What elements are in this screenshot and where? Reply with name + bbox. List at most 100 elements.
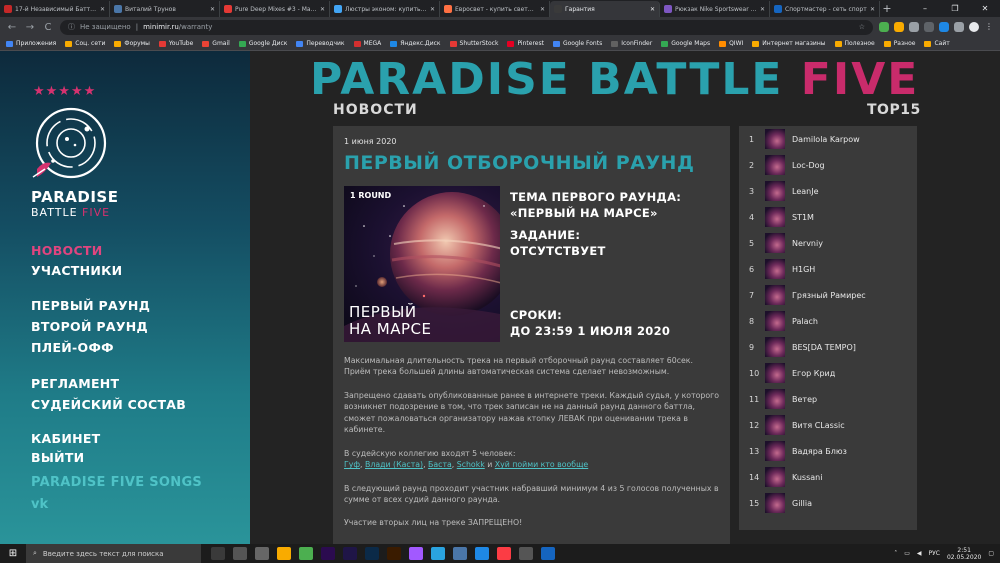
tab-close-icon[interactable]: ✕ xyxy=(100,6,105,13)
nav-item[interactable]: РЕГЛАМЕНТ xyxy=(31,376,119,391)
browser-tab[interactable]: Виталий Трунов ✕ xyxy=(110,1,220,17)
bookmark-item[interactable]: Pinterest xyxy=(507,40,544,47)
top15-row[interactable]: 2 Loc-Dog xyxy=(739,152,917,178)
address-bar[interactable]: ⓘ Не защищено | minimir.ru/warranty ☆ xyxy=(60,19,873,35)
bookmark-item[interactable]: Соц. сети xyxy=(65,40,105,47)
photoshop-icon[interactable] xyxy=(365,547,379,560)
bookmark-star-icon[interactable]: ☆ xyxy=(859,23,865,31)
bookmark-item[interactable]: Google Диск xyxy=(238,40,287,47)
taskbar-search[interactable]: ⌕ Введите здесь текст для поиска xyxy=(26,544,201,563)
back-icon[interactable]: ← xyxy=(6,22,18,33)
maximize-button[interactable]: ❐ xyxy=(940,0,970,17)
top15-row[interactable]: 5 Nervniy xyxy=(739,230,917,256)
bookmark-item[interactable]: Google Fonts xyxy=(552,40,602,47)
nav-item[interactable]: СУДЕЙСКИЙ СОСТАВ xyxy=(31,397,186,412)
tab-close-icon[interactable]: ✕ xyxy=(650,6,655,13)
top15-row[interactable]: 11 Ветер xyxy=(739,386,917,412)
bookmark-item[interactable]: YouTube xyxy=(158,40,193,47)
reload-icon[interactable]: C xyxy=(42,22,54,33)
network-icon[interactable]: ▭ xyxy=(904,550,910,557)
vk-icon[interactable] xyxy=(453,547,467,560)
close-window-button[interactable]: ✕ xyxy=(970,0,1000,17)
bookmark-item[interactable]: Интернет магазины xyxy=(752,40,826,47)
browser-tab[interactable]: 17-й Независимый Баттл Hip-Hop✕ xyxy=(0,1,110,17)
itunes-icon[interactable] xyxy=(497,547,511,560)
illustrator-icon[interactable] xyxy=(387,547,401,560)
browser-tab[interactable]: Pure Deep Mixes #3 - Mahe ✕ xyxy=(220,1,330,17)
notifications-icon[interactable]: ▢ xyxy=(988,550,994,557)
chrome-icon[interactable] xyxy=(299,547,313,560)
bookmark-item[interactable]: Яндекс.Диск xyxy=(390,40,441,47)
language-indicator[interactable]: РУС xyxy=(929,550,940,557)
nav-item[interactable]: ВЫЙТИ xyxy=(31,450,84,465)
profile-avatar[interactable] xyxy=(969,22,979,32)
info-icon[interactable]: ⓘ xyxy=(68,22,75,32)
bookmark-item[interactable]: Сайт xyxy=(924,40,950,47)
bookmark-item[interactable]: Приложения xyxy=(6,40,56,47)
browser-tab[interactable]: Гарантия ✕ xyxy=(550,1,660,17)
judge-link[interactable]: Гуф xyxy=(344,460,360,469)
volume-icon[interactable]: ◀ xyxy=(917,550,922,557)
top15-row[interactable]: 4 ST1M xyxy=(739,204,917,230)
nav-item[interactable]: PARADISE FIVE SONGS xyxy=(31,475,202,490)
telegram-icon[interactable] xyxy=(431,547,445,560)
browser-tab[interactable]: Евросвет - купить светильник✕ xyxy=(440,1,550,17)
menu-kebab-icon[interactable]: ⋮ xyxy=(984,22,994,32)
app-store-icon[interactable] xyxy=(255,547,269,560)
bookmark-item[interactable]: Google Maps xyxy=(661,40,710,47)
nav-item[interactable]: УЧАСТНИКИ xyxy=(31,263,122,278)
task-view-icon[interactable] xyxy=(211,547,225,560)
up-chevron-icon[interactable]: ˄ xyxy=(894,550,897,557)
extension-icon[interactable] xyxy=(954,22,964,32)
bookmark-item[interactable]: Полезное xyxy=(834,40,875,47)
nav-item[interactable]: НОВОСТИ xyxy=(31,243,103,258)
new-tab-button[interactable]: + xyxy=(880,1,894,17)
top15-row[interactable]: 8 Palach xyxy=(739,308,917,334)
top15-row[interactable]: 6 H1GH xyxy=(739,256,917,282)
premiere-icon[interactable] xyxy=(321,547,335,560)
nav-item[interactable]: ВТОРОЙ РАУНД xyxy=(31,319,148,334)
top15-row[interactable]: 9 BES[DA TEMPO] xyxy=(739,334,917,360)
tab-close-icon[interactable]: ✕ xyxy=(320,6,325,13)
top15-row[interactable]: 10 Егор Крид xyxy=(739,360,917,386)
settings-icon[interactable] xyxy=(519,547,533,560)
top15-row[interactable]: 13 Вадяра Блюз xyxy=(739,438,917,464)
photos-icon[interactable] xyxy=(541,547,555,560)
extension-icon[interactable] xyxy=(879,22,889,32)
nav-item[interactable]: ПЕРВЫЙ РАУНД xyxy=(31,298,150,313)
minimize-button[interactable]: – xyxy=(910,0,940,17)
explorer-icon[interactable] xyxy=(277,547,291,560)
judge-link[interactable]: Хуй пойми кто вообще xyxy=(495,460,588,469)
messenger-icon[interactable] xyxy=(475,547,489,560)
bookmark-item[interactable]: Форумы xyxy=(114,40,150,47)
judge-link[interactable]: Баста xyxy=(428,460,452,469)
extension-icon[interactable] xyxy=(939,22,949,32)
top15-row[interactable]: 15 Gillia xyxy=(739,490,917,516)
after-effects-icon[interactable] xyxy=(343,547,357,560)
judge-link[interactable]: Влади (Каста) xyxy=(365,460,423,469)
vk-icon[interactable]: vk xyxy=(31,497,48,512)
top15-row[interactable]: 1 Damilola Karpow xyxy=(739,126,917,152)
tab-close-icon[interactable]: ✕ xyxy=(760,6,765,13)
extension-icon[interactable] xyxy=(894,22,904,32)
bookmark-item[interactable]: Разное xyxy=(883,40,915,47)
nav-item[interactable]: ПЛЕЙ-ОФФ xyxy=(31,340,114,355)
tab-close-icon[interactable]: ✕ xyxy=(870,6,875,13)
bookmark-item[interactable]: IconFinder xyxy=(611,40,652,47)
bookmark-item[interactable]: ShutterStock xyxy=(449,40,498,47)
bookmark-item[interactable]: Gmail xyxy=(202,40,230,47)
bookmark-item[interactable]: QIWI xyxy=(719,40,743,47)
tab-close-icon[interactable]: ✕ xyxy=(210,6,215,13)
top15-row[interactable]: 14 Kussani xyxy=(739,464,917,490)
bookmark-item[interactable]: MEGA xyxy=(353,40,381,47)
forward-icon[interactable]: → xyxy=(24,22,36,33)
top15-row[interactable]: 3 LeanJe xyxy=(739,178,917,204)
figma-icon[interactable] xyxy=(409,547,423,560)
browser-tab[interactable]: Спортмастер - сеть спорт ✕ xyxy=(770,1,880,17)
browser-tab[interactable]: Люстры эконом: купить по ✕ xyxy=(330,1,440,17)
tab-close-icon[interactable]: ✕ xyxy=(540,6,545,13)
bookmark-item[interactable]: Переводчик xyxy=(296,40,345,47)
judge-link[interactable]: Schokk xyxy=(457,460,485,469)
extension-icon[interactable] xyxy=(924,22,934,32)
media-icon[interactable] xyxy=(233,547,247,560)
